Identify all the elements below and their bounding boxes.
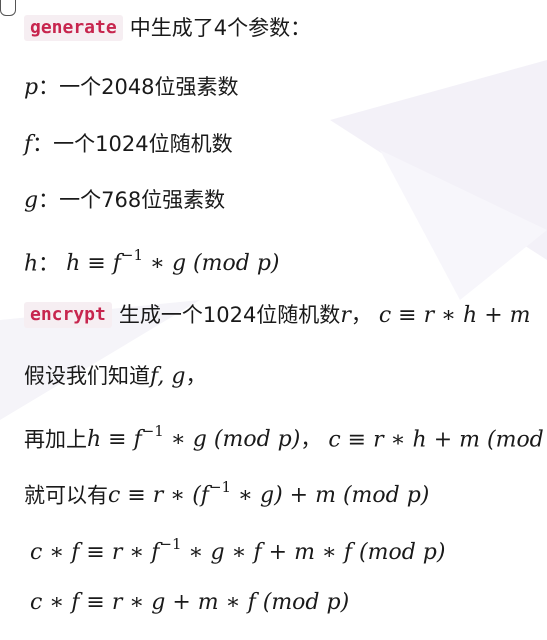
known-vars: f, g [150,364,186,389]
plus-line: 再加上h ≡ f−1 ∗ g (mod p)， c ≡ r ∗ h + m (m… [24,418,544,455]
c-equation-2: c ≡ r ∗ h + m (mod p) [328,427,544,453]
param-p-line: p：一个2048位强素数 [24,72,539,103]
param-f-desc: ：一个1024位随机数 [32,132,233,156]
encrypt-line: encrypt 生成一个1024位随机数r， c ≡ r ∗ h + m [24,300,539,331]
derive-line: 就可以有c ≡ r ∗ (f−1 ∗ g) + m (mod p) [24,474,539,511]
h-equation: h ≡ f−1 ∗ g (mod p) [66,246,280,277]
assume-line: 假设我们知道f, g， [24,364,207,389]
param-f-line: f：一个1024位随机数 [24,129,539,160]
cf-equation-line-1: c ∗ f ≡ r ∗ f−1 ∗ g ∗ f + m ∗ f (mod p) [30,531,539,568]
intro-text: 中生成了4个参数： [129,16,312,40]
param-h-line: h： h ≡ f−1 ∗ g (mod p) [24,246,280,277]
derive-text: 就可以有 [24,483,108,508]
plus-text: 再加上 [24,427,87,452]
intro-line: generate 中生成了4个参数： [24,13,539,44]
encrypt-code: encrypt [24,302,112,328]
var-g: g [24,188,39,213]
var-f: f [24,132,33,157]
param-g-line: g：一个768位强素数 [24,185,539,216]
cf-equation-line-2: c ∗ f ≡ r ∗ g + m ∗ f (mod p) [30,588,539,618]
var-r: r [340,303,351,328]
cf-equation-2: c ∗ f ≡ r ∗ g + m ∗ f (mod p) [30,590,350,615]
c-expanded-equation: c ≡ r ∗ (f−1 ∗ g) + m (mod p) [108,478,430,509]
var-p: p [24,75,39,100]
param-g-desc: ：一个768位强素数 [38,188,226,212]
encrypt-text: 生成一个1024位随机数 [118,303,341,327]
assume-text: 假设我们知道 [24,364,150,388]
generate-code: generate [24,15,123,41]
c-equation: c ≡ r ∗ h + m [378,303,531,328]
h-equation-2: h ≡ f−1 ∗ g (mod p) [87,422,301,453]
cf-equation-1: c ∗ f ≡ r ∗ f−1 ∗ g ∗ f + m ∗ f (mod p) [30,535,446,566]
var-h: h [24,251,39,277]
block-corner-handle[interactable] [0,0,16,16]
param-p-desc: ：一个2048位强素数 [38,75,239,99]
